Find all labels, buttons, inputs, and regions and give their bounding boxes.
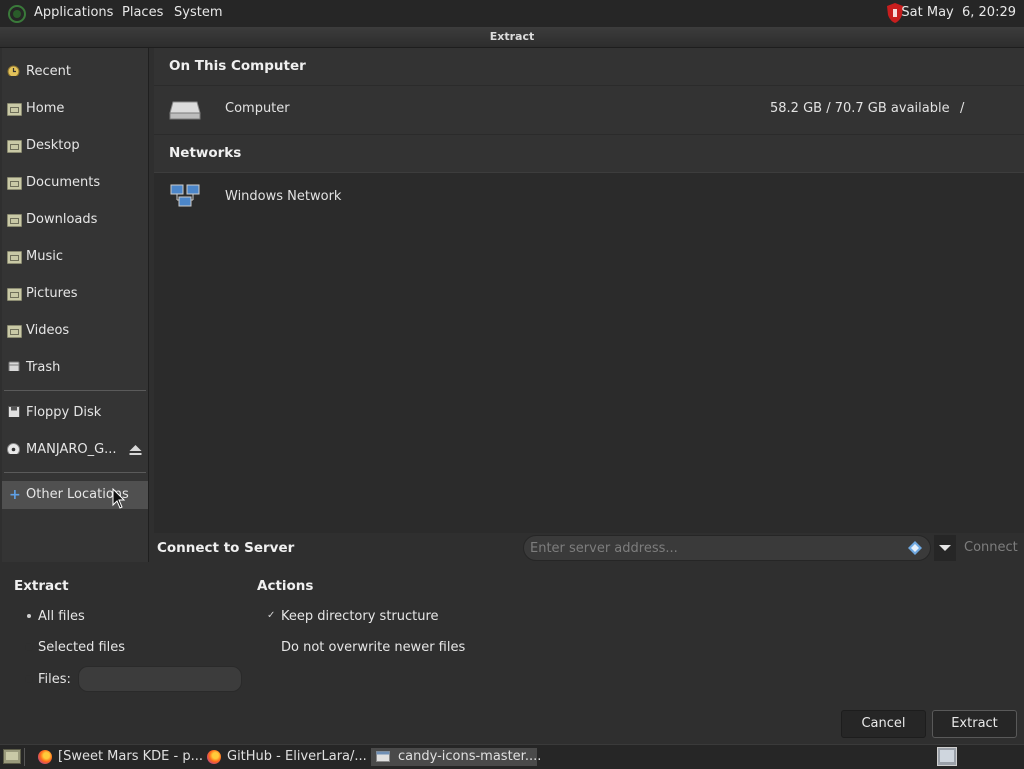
sidebar-item-label: MANJARO_G... (26, 442, 117, 457)
sidebar-item-label: Recent (26, 64, 71, 79)
server-address-input[interactable]: Enter server address... (523, 535, 931, 561)
taskbar-divider (24, 748, 25, 766)
sidebar-item-label: Desktop (26, 138, 80, 153)
sidebar-item-label: Documents (26, 175, 101, 190)
section-title: On This Computer (169, 58, 306, 74)
pictures-folder-icon (7, 288, 22, 301)
window-icon (376, 751, 390, 762)
floppy-icon (8, 406, 20, 417)
sidebar-item-label: Videos (26, 323, 70, 338)
clock[interactable]: Sat May 6, 20:29 (901, 5, 1016, 20)
sidebar-item-label: Trash (26, 360, 61, 375)
hard-drive-icon (169, 101, 201, 120)
sidebar-item-trash[interactable]: Trash (2, 354, 148, 382)
server-info-icon (908, 541, 922, 555)
sidebar-item-label: Floppy Disk (26, 405, 102, 420)
extract-options-header: Extract (14, 578, 69, 594)
window-title: Extract (489, 30, 535, 43)
firefox-icon (207, 749, 221, 764)
place-row-windows-network[interactable]: Windows Network (154, 173, 1024, 221)
sidebar-item-label: Downloads (26, 212, 98, 227)
clock-icon (7, 65, 20, 76)
sidebar-separator (4, 390, 146, 391)
cancel-button[interactable]: Cancel (841, 710, 926, 738)
networks-header: Networks (154, 135, 1024, 172)
sidebar-item-documents[interactable]: Documents (2, 169, 148, 197)
all-files-label[interactable]: All files (38, 609, 85, 624)
files-pattern-label[interactable]: Files: (38, 672, 71, 687)
sidebar-item-manjaro-disc[interactable]: MANJARO_G... (2, 436, 148, 464)
eject-icon[interactable] (129, 445, 142, 456)
documents-folder-icon (7, 177, 22, 190)
sidebar-item-label: Pictures (26, 286, 78, 301)
task-sweet-mars[interactable]: [Sweet Mars KDE - p... (38, 748, 203, 766)
task-label: GitHub - EliverLara/... (227, 749, 367, 764)
sidebar-item-label: Music (26, 249, 63, 264)
sidebar-item-pictures[interactable]: Pictures (2, 280, 148, 308)
selected-files-radio[interactable] (25, 643, 33, 651)
firefox-icon (38, 749, 52, 764)
chevron-down-icon (939, 545, 951, 551)
plus-icon: + (9, 487, 21, 503)
music-folder-icon (7, 251, 22, 264)
section-title: Networks (169, 145, 242, 161)
sidebar-item-other-locations[interactable]: + Other Locations (2, 481, 148, 509)
places-view: On This Computer Computer 58.2 GB / 70.7… (154, 48, 1024, 533)
workspace-switcher-icon[interactable] (937, 747, 957, 766)
taskbar: [Sweet Mars KDE - p... GitHub - EliverLa… (0, 744, 1024, 769)
sidebar-item-floppy-disk[interactable]: Floppy Disk (2, 399, 148, 427)
system-menu[interactable]: System (174, 5, 222, 20)
mouse-cursor-icon (112, 488, 126, 509)
connect-button[interactable]: Connect (964, 540, 1018, 555)
sidebar-item-desktop[interactable]: Desktop (2, 132, 148, 160)
task-label: [Sweet Mars KDE - p... (58, 749, 203, 764)
files-pattern-input[interactable] (78, 666, 242, 692)
sidebar-item-home[interactable]: Home (2, 95, 148, 123)
place-name: Windows Network (225, 189, 342, 204)
no-overwrite-checkbox[interactable] (267, 643, 275, 651)
extract-button[interactable]: Extract (932, 710, 1017, 738)
sidebar-item-label: Home (26, 101, 65, 116)
downloads-folder-icon (7, 214, 22, 227)
places-menu[interactable]: Places (122, 5, 163, 20)
home-folder-icon (7, 103, 22, 116)
window-title-bar: Extract (0, 27, 1024, 48)
selected-files-label[interactable]: Selected files (38, 640, 125, 655)
place-name: Computer (225, 101, 290, 116)
server-history-dropdown[interactable] (934, 535, 956, 561)
top-panel: Applications Places System Sat May 6, 20… (0, 0, 1024, 28)
manjaro-logo-icon[interactable] (7, 4, 27, 24)
on-this-computer-header: On This Computer (154, 48, 1024, 85)
all-files-radio[interactable] (25, 612, 33, 620)
network-icon (170, 184, 200, 207)
task-label: candy-icons-master.... (398, 749, 542, 764)
trash-icon (8, 361, 20, 371)
place-row-computer[interactable]: Computer 58.2 GB / 70.7 GB available / (154, 86, 1024, 134)
desktop-folder-icon (7, 140, 22, 153)
sidebar-item-downloads[interactable]: Downloads (2, 206, 148, 234)
sidebar-item-recent[interactable]: Recent (2, 58, 148, 86)
sidebar-item-music[interactable]: Music (2, 243, 148, 271)
no-overwrite-label[interactable]: Do not overwrite newer files (281, 640, 465, 655)
keep-structure-checkbox[interactable]: ✓ (267, 611, 275, 621)
actions-header: Actions (257, 578, 314, 594)
sidebar-item-videos[interactable]: Videos (2, 317, 148, 345)
sidebar-separator (4, 472, 146, 473)
applications-menu[interactable]: Applications (34, 5, 113, 20)
task-candy-icons[interactable]: candy-icons-master.... (371, 748, 541, 766)
keep-structure-label[interactable]: Keep directory structure (281, 609, 439, 624)
videos-folder-icon (7, 325, 22, 338)
free-space-label: 58.2 GB / 70.7 GB available (770, 101, 950, 116)
optical-disc-icon (7, 443, 20, 454)
mount-path-label: / (960, 101, 965, 116)
sidebar: Recent Home Desktop Documents Downloads … (2, 48, 149, 562)
task-github[interactable]: GitHub - EliverLara/... (207, 748, 367, 766)
show-desktop-icon[interactable] (3, 749, 21, 764)
files-pattern-radio[interactable] (25, 675, 33, 683)
connect-to-server-label: Connect to Server (157, 540, 295, 556)
